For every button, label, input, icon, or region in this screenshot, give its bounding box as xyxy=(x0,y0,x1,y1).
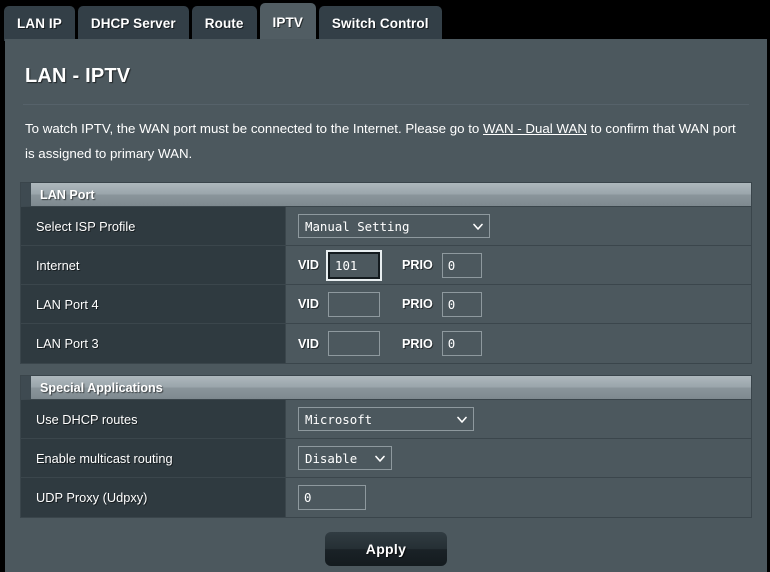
row-udp-proxy: UDP Proxy (Udpxy) xyxy=(21,478,751,517)
apply-button[interactable]: Apply xyxy=(325,532,447,566)
row-label: LAN Port 3 xyxy=(21,324,286,363)
isp-profile-select[interactable]: Manual Setting xyxy=(298,214,490,238)
isp-profile-select-wrap: Manual Setting xyxy=(298,214,490,238)
page-body: LAN - IPTV To watch IPTV, the WAN port m… xyxy=(5,39,767,572)
row-value: Microsoft xyxy=(286,400,751,438)
tab-label: LAN IP xyxy=(17,16,62,31)
row-label: Select ISP Profile xyxy=(21,207,286,245)
vid-label: VID xyxy=(298,297,319,311)
dhcp-routes-select[interactable]: Microsoft xyxy=(298,407,474,431)
wan-dual-wan-link[interactable]: WAN - Dual WAN xyxy=(483,121,587,136)
row-label: Enable multicast routing xyxy=(21,439,286,477)
tab-label: Route xyxy=(204,16,244,31)
lan-port-4-prio-input[interactable] xyxy=(441,291,482,317)
row-value: Manual Setting xyxy=(286,207,751,245)
tab-iptv[interactable]: IPTV xyxy=(259,3,316,41)
prio-label: PRIO xyxy=(402,258,433,272)
iptv-settings-screen: LAN IP DHCP Server Route IPTV Switch Con… xyxy=(0,0,770,572)
intro-text-before: To watch IPTV, the WAN port must be conn… xyxy=(25,121,484,136)
row-value: VID PRIO xyxy=(286,324,751,363)
prio-label: PRIO xyxy=(402,336,433,351)
intro-text: To watch IPTV, the WAN port must be conn… xyxy=(19,105,753,166)
row-enable-multicast-routing: Enable multicast routing Disable xyxy=(21,439,751,478)
row-value: VID PRIO xyxy=(286,246,751,284)
row-value xyxy=(286,478,751,517)
apply-row: Apply xyxy=(19,518,753,566)
tab-label: IPTV xyxy=(272,14,303,30)
row-value: VID PRIO xyxy=(286,285,751,323)
tab-bar: LAN IP DHCP Server Route IPTV Switch Con… xyxy=(0,0,770,41)
multicast-routing-select[interactable]: Disable xyxy=(298,446,392,470)
row-lan-port-4: LAN Port 4 VID PRIO xyxy=(21,285,751,324)
row-select-isp-profile: Select ISP Profile Manual Setting xyxy=(21,207,751,246)
lan-port-4-vid-input[interactable] xyxy=(328,291,380,317)
vid-label: VID xyxy=(298,336,319,351)
tab-route[interactable]: Route xyxy=(191,6,257,41)
row-label: UDP Proxy (Udpxy) xyxy=(21,478,286,517)
row-use-dhcp-routes: Use DHCP routes Microsoft xyxy=(21,400,751,439)
tab-dhcp-server[interactable]: DHCP Server xyxy=(77,6,189,41)
lan-port-3-vid-input[interactable] xyxy=(328,331,380,356)
lan-port-section-header: LAN Port xyxy=(21,183,751,207)
special-applications-section-header: Special Applications xyxy=(21,376,751,400)
lan-port-3-prio-input[interactable] xyxy=(441,331,482,356)
special-applications-table: Special Applications Use DHCP routes Mic… xyxy=(20,375,752,518)
udp-proxy-input[interactable] xyxy=(298,485,366,510)
dhcp-routes-select-wrap: Microsoft xyxy=(298,407,474,431)
row-value: Disable xyxy=(286,439,751,477)
prio-label: PRIO xyxy=(402,297,433,311)
internet-vid-input[interactable] xyxy=(328,251,380,279)
row-internet: Internet VID PRIO xyxy=(21,246,751,285)
tab-switch-control[interactable]: Switch Control xyxy=(318,6,442,41)
tab-label: Switch Control xyxy=(331,16,429,31)
row-label: LAN Port 4 xyxy=(21,285,286,323)
row-lan-port-3: LAN Port 3 VID PRIO xyxy=(21,324,751,363)
tab-label: DHCP Server xyxy=(90,16,176,31)
row-label: Use DHCP routes xyxy=(21,400,286,438)
page-title: LAN - IPTV xyxy=(25,65,131,87)
section-title: Special Applications xyxy=(40,380,163,395)
vid-label: VID xyxy=(298,258,319,272)
section-title: LAN Port xyxy=(40,187,95,202)
internet-prio-input[interactable] xyxy=(441,252,482,278)
tab-lan-ip[interactable]: LAN IP xyxy=(4,6,75,41)
multicast-select-wrap: Disable xyxy=(298,446,392,470)
lan-port-table: LAN Port Select ISP Profile Manual Setti… xyxy=(20,182,752,364)
row-label: Internet xyxy=(21,246,286,284)
